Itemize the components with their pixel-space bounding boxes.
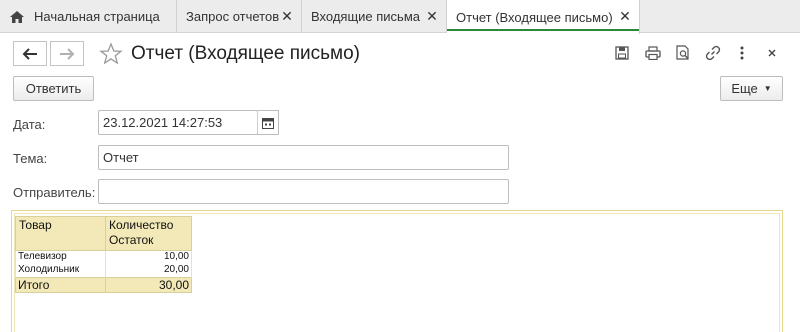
more-button[interactable]: Еще ▼ <box>720 76 783 101</box>
save-icon[interactable] <box>614 45 630 61</box>
report-total-row: Итого 30,00 <box>15 276 192 293</box>
home-icon <box>9 10 25 24</box>
date-input[interactable]: 23.12.2021 14:27:53 <box>98 110 258 135</box>
sender-input[interactable] <box>98 179 509 204</box>
close-icon[interactable]: ✕ <box>425 9 439 23</box>
total-value: 30,00 <box>105 276 192 293</box>
table-row: Холодильник 20,00 <box>15 263 192 277</box>
tab-report-incoming-letter[interactable]: Отчет (Входящее письмо) ✕ <box>447 0 640 34</box>
reply-button[interactable]: Ответить <box>13 76 94 101</box>
tab-incoming-letters[interactable]: Входящие письма ✕ <box>302 0 447 33</box>
sender-label: Отправитель: <box>13 185 96 200</box>
subject-input[interactable]: Отчет <box>98 145 509 170</box>
report-document[interactable]: Товар Количество Остаток Телевизор 10,00… <box>11 210 783 332</box>
forward-button[interactable] <box>50 41 84 66</box>
total-label: Итого <box>15 276 106 293</box>
tab-incoming-letters-label: Входящие письма <box>311 9 420 24</box>
tab-report-requests-label: Запрос отчетов <box>186 9 280 24</box>
tab-report-incoming-letter-label: Отчет (Входящее письмо) <box>456 9 613 25</box>
tab-home[interactable]: Начальная страница <box>0 0 177 33</box>
row-qty: 20,00 <box>105 263 192 277</box>
column-header-item: Товар <box>15 216 106 251</box>
row-item: Холодильник <box>15 263 106 277</box>
star-icon[interactable] <box>99 42 123 66</box>
column-header-qty: Количество Остаток <box>105 216 192 251</box>
close-window-icon[interactable] <box>764 45 780 61</box>
back-button[interactable] <box>13 41 47 66</box>
subject-label: Тема: <box>13 151 48 166</box>
close-icon[interactable]: ✕ <box>618 9 632 23</box>
report-table: Товар Количество Остаток Телевизор 10,00… <box>15 216 192 293</box>
more-button-label: Еще <box>731 81 758 96</box>
row-qty: 10,00 <box>105 250 192 264</box>
caret-down-icon: ▼ <box>763 84 772 93</box>
calendar-button[interactable] <box>257 110 279 135</box>
date-label: Дата: <box>13 117 46 132</box>
preview-icon[interactable] <box>675 45 691 61</box>
calendar-icon <box>262 117 274 129</box>
page-title: Отчет (Входящее письмо) <box>131 43 360 64</box>
tab-bar: Начальная страница Запрос отчетов ✕ Вход… <box>0 0 800 34</box>
link-icon[interactable] <box>705 45 721 61</box>
report-header-row: Товар Количество Остаток <box>15 216 192 251</box>
print-icon[interactable] <box>645 45 661 61</box>
tab-report-requests[interactable]: Запрос отчетов ✕ <box>177 0 302 33</box>
tab-home-label: Начальная страница <box>34 9 160 24</box>
more-vertical-icon[interactable] <box>734 45 750 61</box>
report-sheet: Товар Количество Остаток Телевизор 10,00… <box>14 213 780 332</box>
arrow-right-icon <box>60 47 75 60</box>
arrow-left-icon <box>22 47 37 60</box>
row-item: Телевизор <box>15 250 106 264</box>
table-row: Телевизор 10,00 <box>15 250 192 264</box>
close-icon[interactable]: ✕ <box>280 9 294 23</box>
